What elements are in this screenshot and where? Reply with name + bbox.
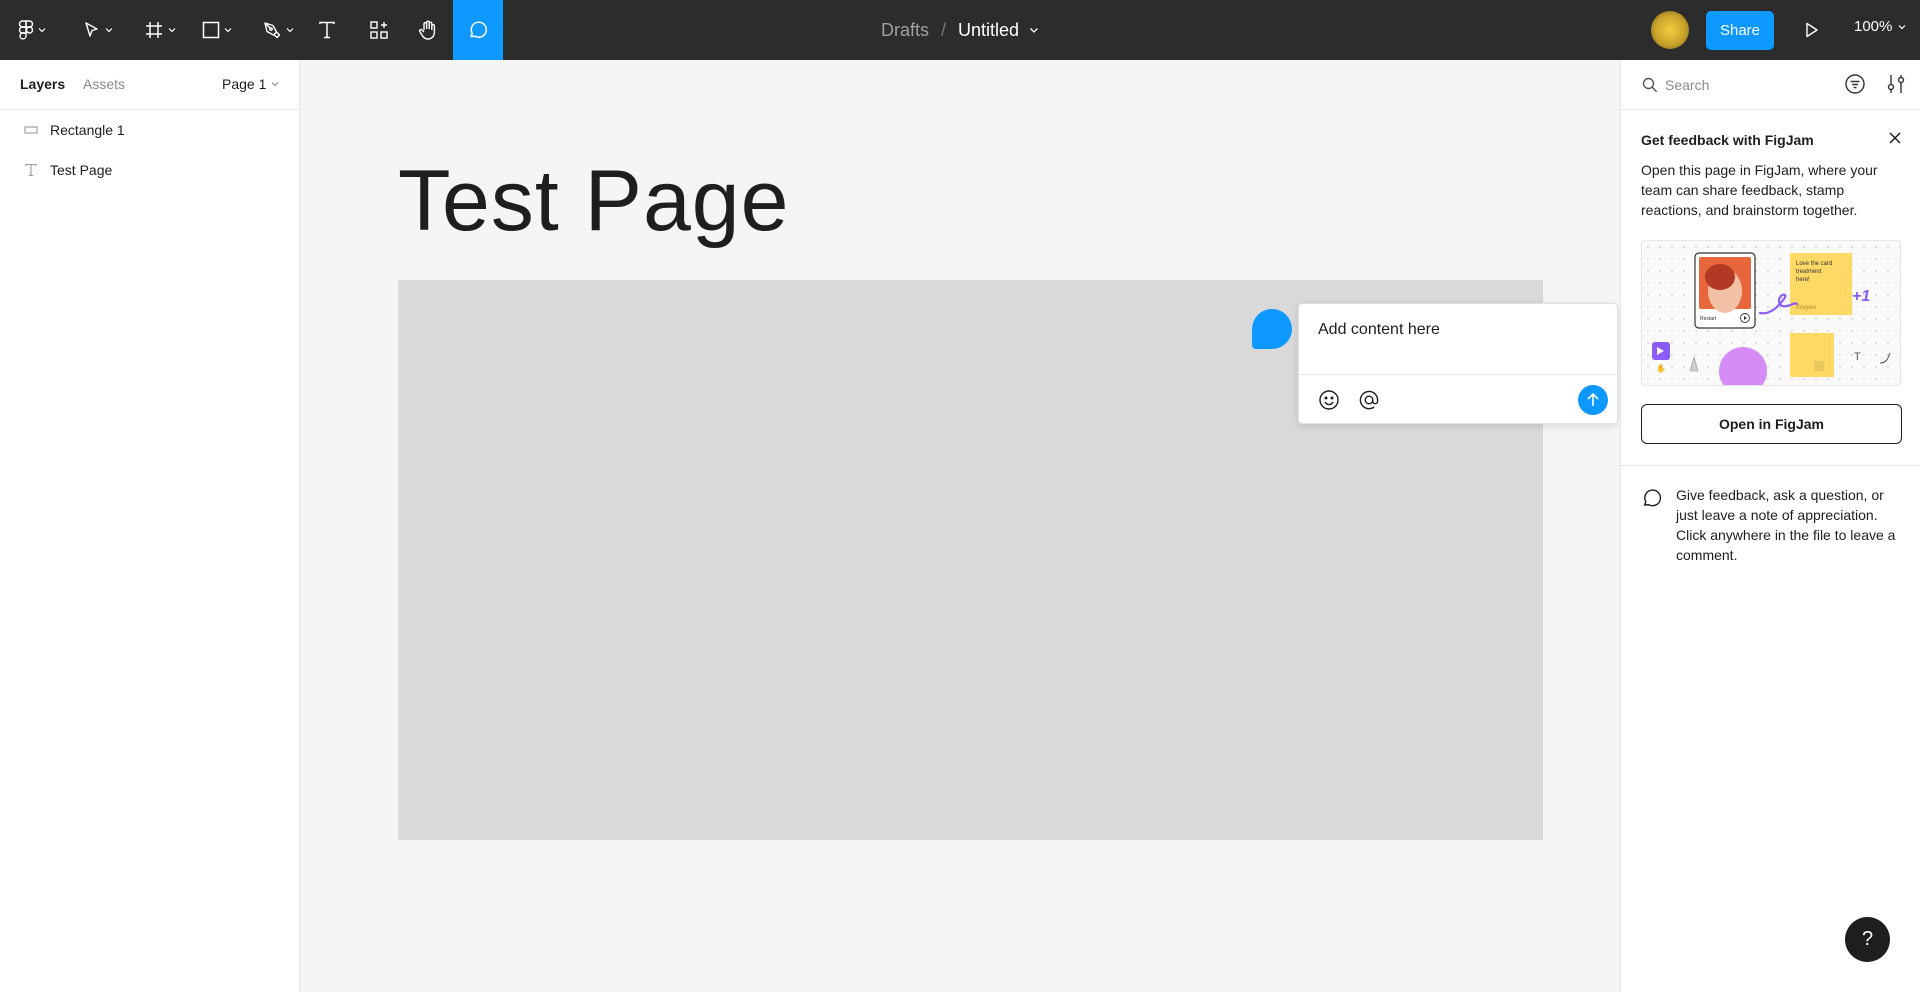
search-input[interactable] <box>1665 73 1825 97</box>
zoom-level: 100% <box>1854 18 1893 35</box>
help-button[interactable]: ? <box>1845 917 1890 962</box>
comment-composer: Add content here <box>1298 303 1618 424</box>
chevron-down-icon <box>1898 24 1906 29</box>
text-tool-button[interactable] <box>312 0 342 60</box>
canvas-text-test-page[interactable]: Test Page <box>398 152 789 251</box>
comment-icon <box>470 21 488 38</box>
rectangle-icon <box>202 21 220 39</box>
layers-panel: Layers Assets Page 1 Rectangle 1 Test Pa… <box>0 60 300 992</box>
frame-hash-icon <box>146 22 162 38</box>
filter-button[interactable] <box>1843 72 1867 101</box>
move-tool-button[interactable] <box>76 0 120 60</box>
figjam-illustration: Restart Love the card treatment here! Ko… <box>1641 240 1901 386</box>
cursor-icon <box>85 22 98 37</box>
avatar[interactable] <box>1651 11 1689 49</box>
canvas[interactable]: Test Page <box>300 60 1620 992</box>
arrow-up-icon <box>1587 392 1599 406</box>
send-comment-button[interactable] <box>1578 385 1608 415</box>
close-icon <box>1889 132 1901 144</box>
chevron-down-icon <box>271 82 279 87</box>
hand-icon <box>419 20 436 40</box>
zoom-dropdown[interactable]: 100% <box>1854 18 1906 35</box>
chevron-down-icon <box>224 28 232 33</box>
tab-assets[interactable]: Assets <box>83 76 125 92</box>
shape-tool-button[interactable] <box>195 0 239 60</box>
emoji-button[interactable] <box>1317 388 1341 412</box>
plus-one-badge: +1 <box>1852 288 1870 305</box>
panel-tabs: Layers Assets Page 1 <box>0 60 299 110</box>
comment-bubble-icon <box>1643 489 1662 507</box>
sticky-author: Koeyen <box>1796 305 1817 311</box>
comment-input[interactable]: Add content here <box>1318 321 1440 339</box>
emoji-icon <box>1319 390 1339 410</box>
chevron-down-icon <box>1030 27 1038 33</box>
card-label: Restart <box>1700 316 1717 322</box>
mention-button[interactable] <box>1357 388 1381 412</box>
at-sign-icon <box>1359 390 1379 410</box>
main-menu-button[interactable] <box>10 0 54 60</box>
chevron-down-icon <box>168 28 176 33</box>
present-button[interactable] <box>1798 16 1826 44</box>
tool-glyph: T <box>1854 351 1861 363</box>
resources-tool-button[interactable] <box>364 0 394 60</box>
page-selector[interactable]: Page 1 <box>222 76 279 92</box>
layer-name: Test Page <box>50 162 113 178</box>
pen-icon <box>264 22 281 39</box>
share-button[interactable]: Share <box>1706 11 1774 50</box>
components-icon <box>370 21 388 39</box>
hand-tool-button[interactable] <box>412 0 444 60</box>
pen-tool-button[interactable] <box>256 0 300 60</box>
filter-icon <box>1845 74 1865 94</box>
sticky-text: Love the card <box>1796 261 1832 267</box>
sliders-icon <box>1887 75 1905 93</box>
divider <box>1299 374 1617 375</box>
search-icon <box>1642 77 1658 93</box>
rectangle-layer-icon <box>21 125 41 135</box>
tab-layers[interactable]: Layers <box>20 76 65 92</box>
comment-tool-button[interactable] <box>453 0 503 60</box>
text-layer-icon <box>21 163 41 177</box>
svg-text:treatment: treatment <box>1796 269 1822 275</box>
figjam-promo: Get feedback with FigJam Open this page … <box>1621 110 1920 466</box>
chevron-down-icon <box>38 28 46 33</box>
svg-text:✋: ✋ <box>1656 363 1666 373</box>
comment-hint-text: Give feedback, ask a question, or just l… <box>1676 487 1896 563</box>
comment-settings-button[interactable] <box>1885 72 1907 101</box>
comments-search-bar <box>1621 60 1920 110</box>
figjam-promo-title: Get feedback with FigJam <box>1641 132 1814 148</box>
figjam-promo-text: Open this page in FigJam, where your tea… <box>1641 162 1878 218</box>
text-icon <box>319 21 335 39</box>
play-icon <box>1806 22 1818 38</box>
layer-name: Rectangle 1 <box>50 122 125 138</box>
breadcrumb-separator: / <box>940 19 946 40</box>
toolbar: Drafts / Untitled Share 100% <box>0 0 1920 60</box>
layer-row[interactable]: Rectangle 1 <box>0 110 299 150</box>
file-name: Untitled <box>958 19 1020 40</box>
close-button[interactable] <box>1887 130 1903 151</box>
svg-text:here!: here! <box>1796 277 1810 283</box>
chevron-down-icon <box>105 28 113 33</box>
comments-panel: Get feedback with FigJam Open this page … <box>1620 60 1920 992</box>
layer-row[interactable]: Test Page <box>0 150 299 190</box>
file-name-dropdown[interactable]: Untitled <box>958 20 1039 41</box>
open-in-figjam-button[interactable]: Open in FigJam <box>1641 404 1902 444</box>
page-name: Page 1 <box>222 76 267 92</box>
frame-tool-button[interactable] <box>138 0 182 60</box>
comment-pin[interactable] <box>1252 309 1292 349</box>
figma-logo-icon <box>18 20 34 40</box>
breadcrumb-drafts[interactable]: Drafts <box>881 20 929 41</box>
chevron-down-icon <box>286 28 294 33</box>
